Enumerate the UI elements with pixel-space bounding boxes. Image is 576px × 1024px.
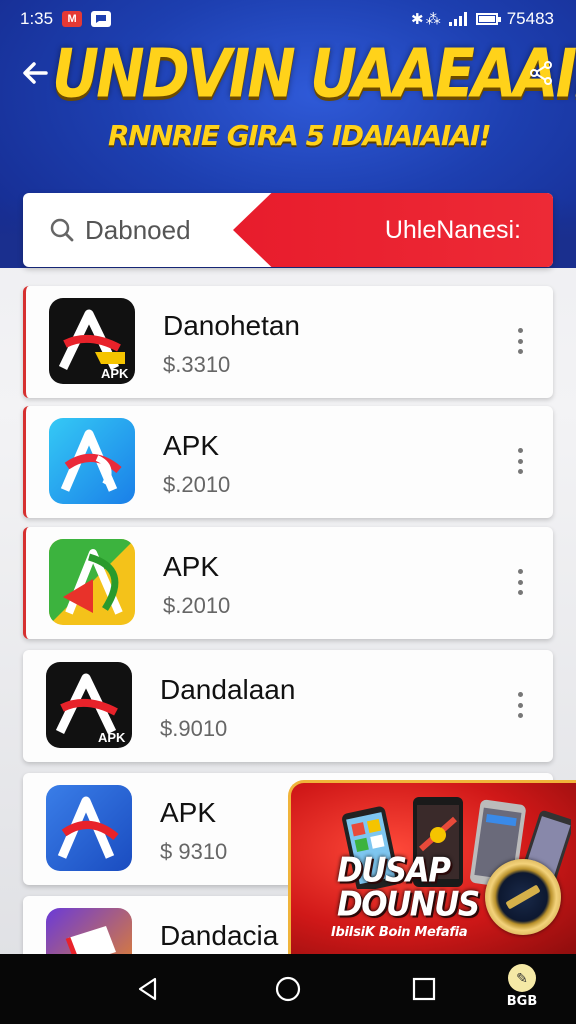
status-left: 1:35 M <box>20 9 112 29</box>
apk-app-icon: APK <box>49 298 135 384</box>
signal-icon <box>448 12 467 26</box>
status-time: 1:35 <box>20 9 54 28</box>
app-price: $.2010 <box>163 472 231 497</box>
app-price: $.9010 <box>160 716 228 741</box>
gmail-notification-icon: M <box>62 11 83 27</box>
hero-title: UNDVIN UAAEAAII <box>52 34 576 113</box>
app-name: Dandacia <box>160 920 279 951</box>
promo-badge-icon <box>485 859 561 935</box>
message-notification-icon <box>91 11 112 27</box>
status-right-text: 75483 <box>506 9 554 28</box>
app-price: $.3310 <box>163 352 231 377</box>
hero-subtitle: RNNRIE GIRA 5 IDAIAIAIAI! <box>108 119 492 152</box>
more-vert-icon[interactable] <box>513 448 527 474</box>
square-recents-icon[interactable] <box>409 974 439 1004</box>
more-vert-icon[interactable] <box>513 328 527 354</box>
status-bar: 1:35 M ✱ ⁂ 75483 <box>0 0 576 38</box>
search-action-button[interactable]: UhleNanesi: <box>233 193 553 267</box>
app-name: APK <box>163 430 220 461</box>
search-input[interactable] <box>85 214 245 246</box>
apk-app-icon: APK <box>46 662 132 748</box>
promo-title-line-1: DUSAP <box>337 850 451 891</box>
bluetooth-icon: ✱ ⁂ <box>410 11 441 28</box>
arrow-left-icon[interactable] <box>20 58 50 88</box>
list-item[interactable]: APK $.2010 <box>23 527 553 639</box>
corner-logo-label: BGB <box>506 994 538 1009</box>
promo-title-line-2: DOUNUS <box>337 884 480 925</box>
promo-ad-banner[interactable]: DUSAP DOUNUS IbiIsiK Boin Mefafia <box>288 780 576 954</box>
status-right: ✱ ⁂ 75483 <box>411 9 554 29</box>
app-price: $ 9310 <box>160 839 228 864</box>
more-vert-icon[interactable] <box>513 692 527 718</box>
apk-app-icon <box>46 785 132 871</box>
apk-badge-label: APK <box>101 366 129 381</box>
app-name: Dandalaan <box>160 674 296 705</box>
app-price: $.2010 <box>163 593 231 618</box>
circle-home-icon[interactable] <box>273 974 303 1004</box>
search-bar: UhleNanesi: <box>23 193 553 267</box>
promo-caption: IbiIsiK Boin Mefafia <box>331 925 468 940</box>
app-name: Danohetan <box>163 310 301 341</box>
battery-icon <box>475 13 501 25</box>
app-name: APK <box>163 551 220 582</box>
search-icon <box>50 218 74 242</box>
list-item[interactable]: APK Dandalaan $.9010 <box>23 650 553 762</box>
apk-badge-label: APK <box>98 730 126 745</box>
navigation-bar: ✎ BGB <box>0 954 576 1024</box>
more-vert-icon[interactable] <box>513 569 527 595</box>
corner-logo: ✎ BGB <box>502 964 542 1016</box>
corner-logo-icon: ✎ <box>508 964 536 992</box>
apk-app-icon <box>49 539 135 625</box>
apk-app-icon <box>49 418 135 504</box>
share-icon[interactable] <box>528 60 554 86</box>
app-name: APK <box>160 797 217 828</box>
triangle-back-icon[interactable] <box>133 974 163 1004</box>
promo-title: DUSAP DOUNUS <box>337 850 497 925</box>
list-item[interactable]: APK Danohetan $.3310 <box>23 286 553 398</box>
list-item[interactable]: APK $.2010 <box>23 406 553 518</box>
